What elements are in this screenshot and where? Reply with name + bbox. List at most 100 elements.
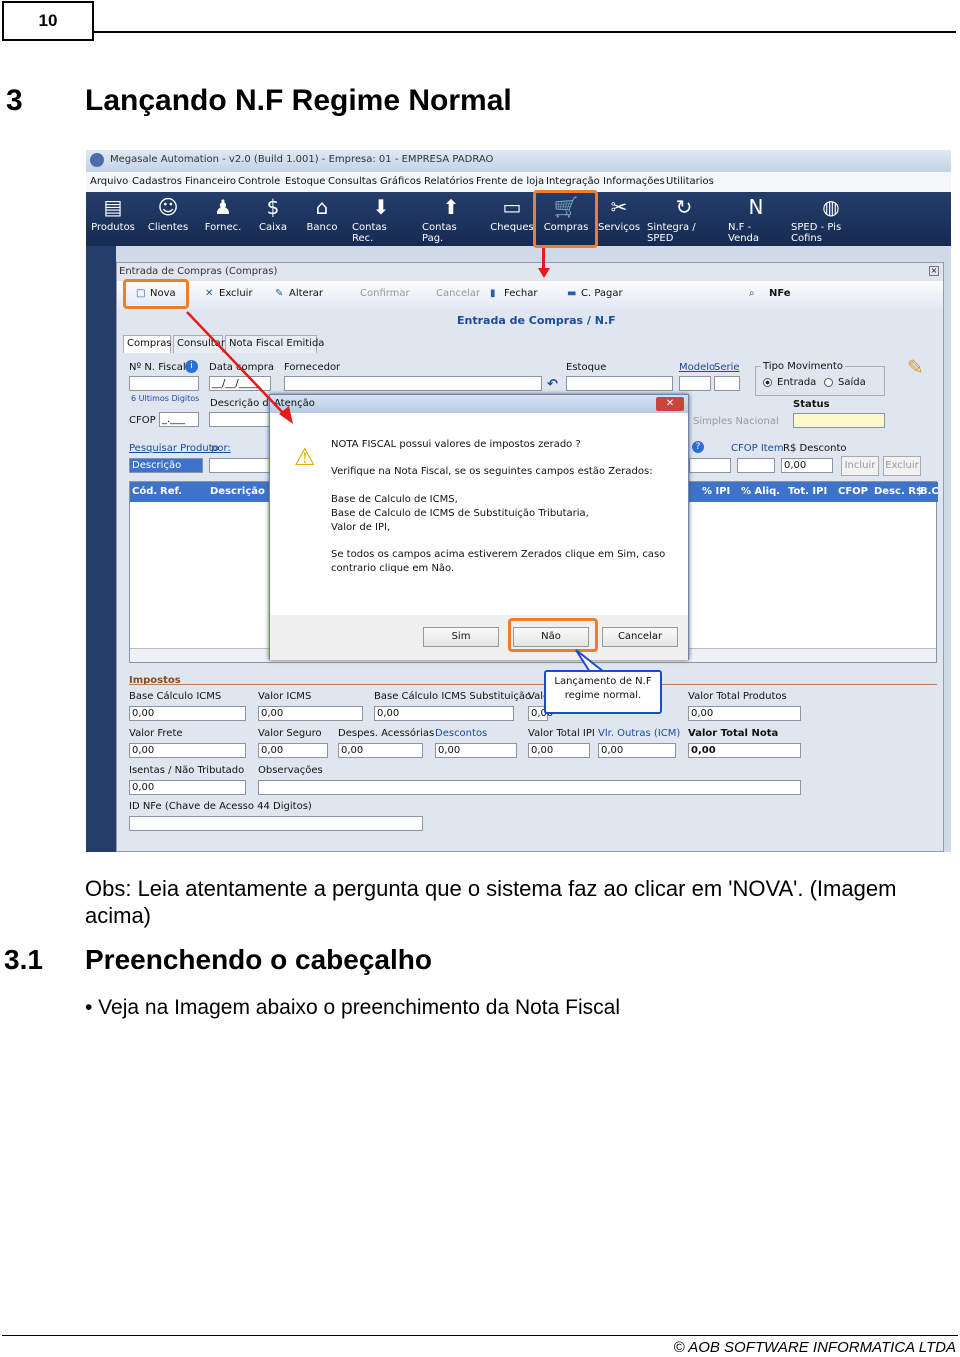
main-toolbar: ▤ Produtos ☺ Clientes ♟ Fornec. $ Caixa ⌂ Banco ⬇ C… xyxy=(86,192,951,246)
pesquisar-link[interactable]: Pesquisar Produto xyxy=(129,443,219,454)
toolbar-10-button[interactable]: ↻ Sintegra / SPED xyxy=(647,192,721,246)
imposto-label-2: Base Cálculo ICMS Substituição xyxy=(374,691,532,702)
menu-item-8[interactable]: Frente de loja xyxy=(476,176,544,187)
menu-item-1[interactable]: Cadastros xyxy=(132,176,182,187)
imposto-field-0[interactable]: 0,00 xyxy=(129,706,246,721)
toolbar-5-button[interactable]: ⬇ Contas Rec. xyxy=(352,192,410,246)
toolbar-7-button[interactable]: ▭ Cheques xyxy=(490,192,534,246)
nova-highlight xyxy=(123,279,189,309)
imposto-field-12[interactable]: 0,00 xyxy=(129,780,246,795)
menu-item-11[interactable]: Utilitarios xyxy=(666,176,714,187)
window-btn-3[interactable]: Confirmar xyxy=(360,288,410,299)
window-button-bar: □ Nova ✕ Excluir ✎ Alterar Confirmar Cancelar ▮ F… xyxy=(117,281,943,309)
cfop-item-select[interactable] xyxy=(689,458,731,473)
imposto-field-8[interactable]: 0,00 xyxy=(435,743,517,758)
imposto-field-2[interactable]: 0,00 xyxy=(374,706,514,721)
desconto-input[interactable]: 0,00 xyxy=(781,458,833,473)
arrow-nova-to-dialog xyxy=(186,311,293,424)
search-icon[interactable]: ⌕ xyxy=(749,288,755,299)
toolbar-2-button[interactable]: ♟ Fornec. xyxy=(203,192,243,246)
label-rs-desconto: R$ Desconto xyxy=(783,443,847,454)
grid-col-right-0: % IPI xyxy=(702,486,731,497)
toolbar-4-button[interactable]: ⌂ Banco xyxy=(304,192,340,246)
toolbar-9-button[interactable]: ✂ Serviços xyxy=(598,192,640,246)
toolbar-6-button[interactable]: ⬆ Contas Pag. xyxy=(422,192,480,246)
window-btn-1[interactable]: Excluir xyxy=(219,288,253,299)
help-icon[interactable]: ? xyxy=(692,441,704,453)
fornecedor-select[interactable] xyxy=(284,376,542,391)
imposto-field-4[interactable]: 0,00 xyxy=(688,706,801,721)
menu-item-4[interactable]: Estoque xyxy=(285,176,325,187)
menu-item-3[interactable]: Controle xyxy=(238,176,280,187)
bullet-item: • Veja na Imagem abaixo o preenchimento … xyxy=(85,996,620,1019)
modelo-input[interactable] xyxy=(679,376,711,391)
imposto-field-5[interactable]: 0,00 xyxy=(129,743,246,758)
window-btn-2[interactable]: Alterar xyxy=(289,288,323,299)
pesquisa-input[interactable] xyxy=(209,458,271,473)
footer-rule xyxy=(2,1335,958,1336)
status-select[interactable] xyxy=(793,413,885,428)
dollar-icon: $ xyxy=(266,195,280,219)
grid-col-left-0: Cód. xyxy=(132,486,158,497)
sync-icon: ↻ xyxy=(675,195,693,219)
sim-button[interactable]: Sim xyxy=(423,627,499,647)
imposto-field-13[interactable] xyxy=(258,780,801,795)
toolbar-3-button[interactable]: $ Caixa xyxy=(258,192,288,246)
edit-icon: ✎ xyxy=(275,288,284,299)
tab-0[interactable]: Compras xyxy=(123,335,172,353)
imposto-field-11[interactable]: 0,00 xyxy=(688,743,801,758)
window-btn-6[interactable]: C. Pagar xyxy=(581,288,623,299)
tools-icon[interactable]: ✎ xyxy=(907,355,924,379)
grid-col-right-3: CFOP xyxy=(838,486,868,497)
callout-note: Lançamento de N.F regime normal. xyxy=(544,670,662,714)
dialog-close-icon[interactable]: ✕ xyxy=(656,397,684,411)
menu-item-6[interactable]: Gráficos xyxy=(380,176,421,187)
imposto-label-14: ID NFe (Chave de Acesso 44 Digitos) xyxy=(129,801,312,812)
toolbar-12-button[interactable]: ◍ SPED - Pis Cofins xyxy=(791,192,871,246)
label-serie[interactable]: Serie xyxy=(714,362,740,373)
menu-item-7[interactable]: Relatórios xyxy=(424,176,474,187)
person-icon: ♟ xyxy=(214,195,232,219)
serie-input[interactable] xyxy=(714,376,740,391)
cancelar-button[interactable]: Cancelar xyxy=(602,627,678,647)
saida-radio[interactable] xyxy=(824,378,833,387)
dialog-line6: Se todos os campos acima estiverem Zerad… xyxy=(331,549,666,560)
toolbar-0-button[interactable]: ▤ Produtos xyxy=(91,192,135,246)
impostos-rule xyxy=(129,684,937,685)
window-btn-5[interactable]: Fechar xyxy=(504,288,537,299)
footer-copyright: © AOB SOFTWARE INFORMATICA LTDA xyxy=(673,1339,956,1356)
estoque-select[interactable] xyxy=(566,376,673,391)
label-tipo-movimento: Tipo Movimento xyxy=(761,361,845,372)
nfe-button[interactable]: NFe xyxy=(769,288,791,299)
label-modelo[interactable]: Modelo xyxy=(679,362,715,373)
menu-item-2[interactable]: Financeiro xyxy=(185,176,236,187)
por-link[interactable]: por: xyxy=(211,443,231,454)
excluir-item-button[interactable]: Excluir xyxy=(883,456,921,476)
imposto-label-13: Observações xyxy=(258,765,323,776)
label-saida: Saída xyxy=(838,377,866,388)
toolbar-11-button[interactable]: N N.F - Venda xyxy=(728,192,784,246)
window-btn-4[interactable]: Cancelar xyxy=(436,288,480,299)
window-close-icon[interactable]: × xyxy=(929,266,939,276)
imposto-field-7[interactable]: 0,00 xyxy=(338,743,423,758)
grid-col-left-2: Descrição xyxy=(210,486,265,497)
menu-item-10[interactable]: Informações xyxy=(603,176,665,187)
warning-icon: ⚠ xyxy=(294,443,316,471)
imposto-field-10[interactable]: 0,00 xyxy=(598,743,676,758)
menu-item-0[interactable]: Arquivo xyxy=(90,176,128,187)
imposto-field-6[interactable]: 0,00 xyxy=(258,743,328,758)
undo-icon[interactable]: ↶ xyxy=(547,377,558,392)
toolbar-1-button[interactable]: ☺ Clientes xyxy=(148,192,188,246)
imposto-field-9[interactable]: 0,00 xyxy=(528,743,590,758)
menu-item-9[interactable]: Integração xyxy=(546,176,600,187)
cfop-item-input[interactable] xyxy=(737,458,775,473)
pesquisa-por-select[interactable]: Descrição xyxy=(129,458,203,473)
compras-highlight xyxy=(533,190,598,248)
entrada-radio[interactable] xyxy=(763,378,772,387)
menu-item-5[interactable]: Consultas xyxy=(328,176,377,187)
atencao-dialog: Atenção ✕ ⚠ NOTA FISCAL possui valores d… xyxy=(269,394,689,660)
imposto-field-14[interactable] xyxy=(129,816,423,831)
incluir-button[interactable]: Incluir xyxy=(841,456,879,476)
imposto-field-1[interactable]: 0,00 xyxy=(258,706,363,721)
imposto-label-11: Valor Total Nota xyxy=(688,728,779,739)
